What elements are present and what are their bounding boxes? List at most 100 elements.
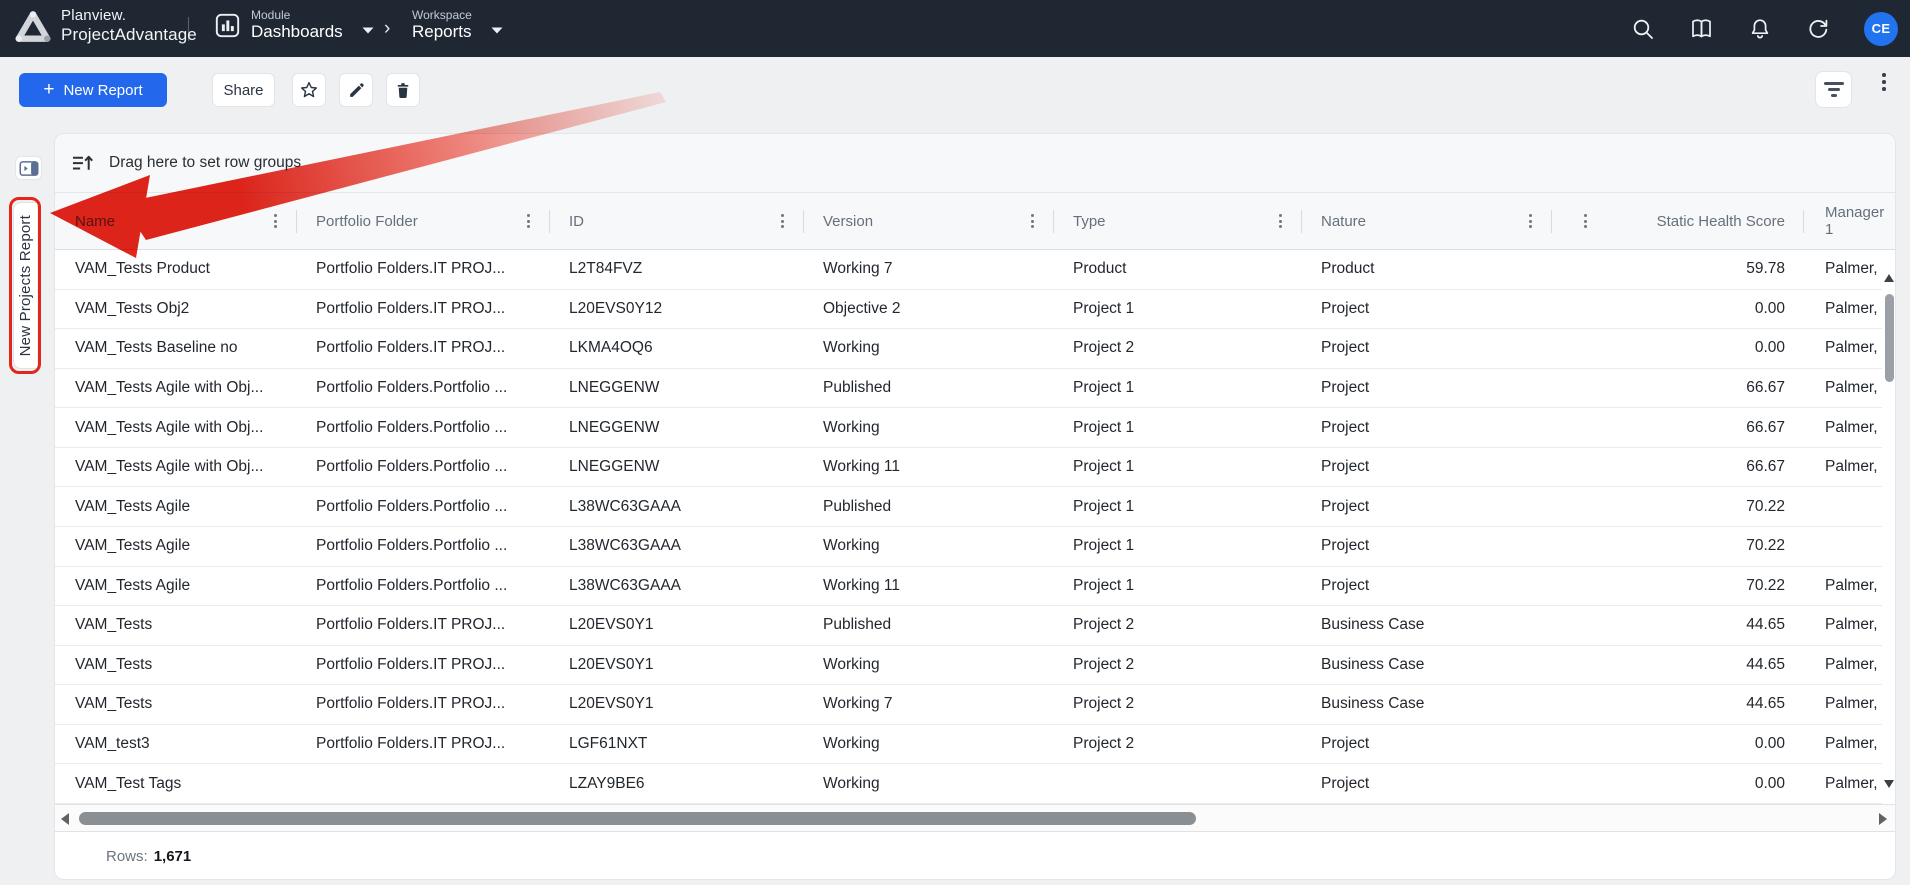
favorite-button[interactable] xyxy=(292,73,326,107)
column-header-nature[interactable]: Nature xyxy=(1321,213,1366,230)
edit-pencil-icon xyxy=(347,81,366,100)
filter-button[interactable] xyxy=(1815,71,1852,108)
vertical-scrollbar[interactable] xyxy=(1882,250,1896,804)
row-group-drop-zone[interactable]: Drag here to set row groups xyxy=(55,134,1895,193)
expand-panel-button[interactable] xyxy=(15,156,42,180)
table-row[interactable]: VAM_Tests Baseline noPortfolio Folders.I… xyxy=(55,329,1895,369)
horizontal-scrollbar-thumb[interactable] xyxy=(79,812,1196,825)
table-cell: Project xyxy=(1301,329,1551,368)
table-cell: VAM_Tests Agile xyxy=(55,567,296,606)
table-row[interactable]: VAM_Test TagsLZAY9BE6WorkingProject0.00P… xyxy=(55,764,1895,804)
delete-button[interactable] xyxy=(386,73,420,107)
table-cell: Project 1 xyxy=(1053,487,1301,526)
table-cell: Published xyxy=(803,487,1053,526)
column-menu-nature[interactable] xyxy=(1527,212,1534,230)
table-cell: Palmer, T xyxy=(1803,567,1884,606)
table-cell: LNEGGENW xyxy=(549,408,803,447)
new-report-label: New Report xyxy=(63,82,142,99)
table-cell: Portfolio Folders.IT PROJ... xyxy=(296,646,549,685)
table-cell: Project 1 xyxy=(1053,448,1301,487)
table-cell: VAM_Tests Agile xyxy=(55,527,296,566)
column-menu-id[interactable] xyxy=(779,212,786,230)
module-eyebrow: Module xyxy=(251,8,343,22)
column-header-static-health-score[interactable]: Static Health Score xyxy=(1657,213,1785,230)
scroll-up-icon[interactable] xyxy=(1884,274,1894,282)
table-row[interactable]: VAM_Tests AgilePortfolio Folders.Portfol… xyxy=(55,527,1895,567)
search-icon xyxy=(1631,17,1655,41)
table-cell: 70.22 xyxy=(1621,527,1803,566)
module-picker-text: Module Dashboards xyxy=(251,8,343,43)
notifications-button[interactable] xyxy=(1748,17,1772,41)
table-cell: Portfolio Folders.Portfolio ... xyxy=(296,448,549,487)
table-cell: L20EVS0Y12 xyxy=(549,290,803,329)
table-cell: Portfolio Folders.IT PROJ... xyxy=(296,290,549,329)
workspace-picker[interactable]: Workspace Reports xyxy=(412,8,504,43)
scroll-down-icon[interactable] xyxy=(1884,780,1894,788)
table-cell: 66.67 xyxy=(1621,369,1803,408)
brand-line2: ProjectAdvantage xyxy=(61,25,197,44)
help-library-button[interactable] xyxy=(1689,17,1714,41)
table-cell: Portfolio Folders.Portfolio ... xyxy=(296,408,549,447)
table-row[interactable]: VAM_Tests Agile with Obj...Portfolio Fol… xyxy=(55,408,1895,448)
table-cell: VAM_Tests Obj2 xyxy=(55,290,296,329)
column-menu-name[interactable] xyxy=(272,212,279,230)
table-cell: Palmer, T xyxy=(1803,329,1884,368)
column-menu-version[interactable] xyxy=(1029,212,1036,230)
edit-button[interactable] xyxy=(339,73,373,107)
table-cell: LGF61NXT xyxy=(549,725,803,764)
column-menu-portfolio-folder[interactable] xyxy=(525,212,532,230)
planview-logo-icon xyxy=(14,9,52,43)
table-cell: Working xyxy=(803,764,1053,803)
table-row[interactable]: VAM_Tests Agile with Obj...Portfolio Fol… xyxy=(55,448,1895,488)
share-button[interactable]: Share xyxy=(212,73,275,107)
table-row[interactable]: VAM_Tests Obj2Portfolio Folders.IT PROJ.… xyxy=(55,290,1895,330)
column-header-type[interactable]: Type xyxy=(1073,213,1106,230)
table-cell: Product xyxy=(1053,250,1301,289)
more-options-button[interactable] xyxy=(1869,73,1899,107)
table-cell: Project 1 xyxy=(1053,567,1301,606)
table-cell: L20EVS0Y1 xyxy=(549,606,803,645)
rows-count-label: Rows: xyxy=(106,848,148,865)
user-avatar[interactable]: CE xyxy=(1864,12,1898,46)
table-row[interactable]: VAM_Tests Agile with Obj...Portfolio Fol… xyxy=(55,369,1895,409)
table-row[interactable]: VAM_Tests AgilePortfolio Folders.Portfol… xyxy=(55,567,1895,607)
table-row[interactable]: VAM_TestsPortfolio Folders.IT PROJ...L20… xyxy=(55,606,1895,646)
table-row[interactable]: VAM_TestsPortfolio Folders.IT PROJ...L20… xyxy=(55,646,1895,686)
column-header-version[interactable]: Version xyxy=(823,213,873,230)
horizontal-scrollbar[interactable] xyxy=(55,804,1895,832)
module-picker[interactable]: Module Dashboards xyxy=(214,8,375,43)
table-cell: L20EVS0Y1 xyxy=(549,646,803,685)
table-row[interactable]: VAM_Tests AgilePortfolio Folders.Portfol… xyxy=(55,487,1895,527)
table-row[interactable]: VAM_Tests ProductPortfolio Folders.IT PR… xyxy=(55,250,1895,290)
table-cell: Palmer, T xyxy=(1803,764,1884,803)
drag-hint-text: Drag here to set row groups xyxy=(109,154,301,172)
table-cell: 59.78 xyxy=(1621,250,1803,289)
report-tab-label: New Projects Report xyxy=(17,215,34,356)
scroll-left-icon[interactable] xyxy=(61,813,69,825)
table-cell: 70.22 xyxy=(1621,567,1803,606)
table-cell: Working xyxy=(803,725,1053,764)
column-menu-collapsed[interactable] xyxy=(1582,212,1589,230)
table-cell: Project xyxy=(1301,487,1551,526)
bell-icon xyxy=(1748,17,1772,41)
workspace-eyebrow: Workspace xyxy=(412,8,472,22)
column-menu-type[interactable] xyxy=(1277,212,1284,230)
navbar-divider xyxy=(188,17,189,41)
search-button[interactable] xyxy=(1631,17,1655,41)
table-cell: L38WC63GAAA xyxy=(549,567,803,606)
refresh-button[interactable] xyxy=(1806,17,1830,41)
table-cell: Project 1 xyxy=(1053,369,1301,408)
table-row[interactable]: VAM_test3Portfolio Folders.IT PROJ...LGF… xyxy=(55,725,1895,765)
report-tab-new-projects-report[interactable]: New Projects Report xyxy=(13,202,37,369)
column-header-manager-1[interactable]: Manager 1 xyxy=(1825,204,1884,238)
scroll-right-icon[interactable] xyxy=(1879,813,1887,825)
vertical-scrollbar-thumb[interactable] xyxy=(1885,294,1894,382)
table-cell: Objective 2 xyxy=(803,290,1053,329)
column-header-portfolio-folder[interactable]: Portfolio Folder xyxy=(316,213,418,230)
column-header-id[interactable]: ID xyxy=(569,213,584,230)
column-header-name[interactable]: Name xyxy=(75,213,115,230)
table-row[interactable]: VAM_TestsPortfolio Folders.IT PROJ...L20… xyxy=(55,685,1895,725)
report-grid-panel: Drag here to set row groups Name Portfol… xyxy=(54,133,1896,880)
brand-text: Planview. ProjectAdvantage xyxy=(61,8,197,44)
new-report-button[interactable]: + New Report xyxy=(19,73,167,107)
